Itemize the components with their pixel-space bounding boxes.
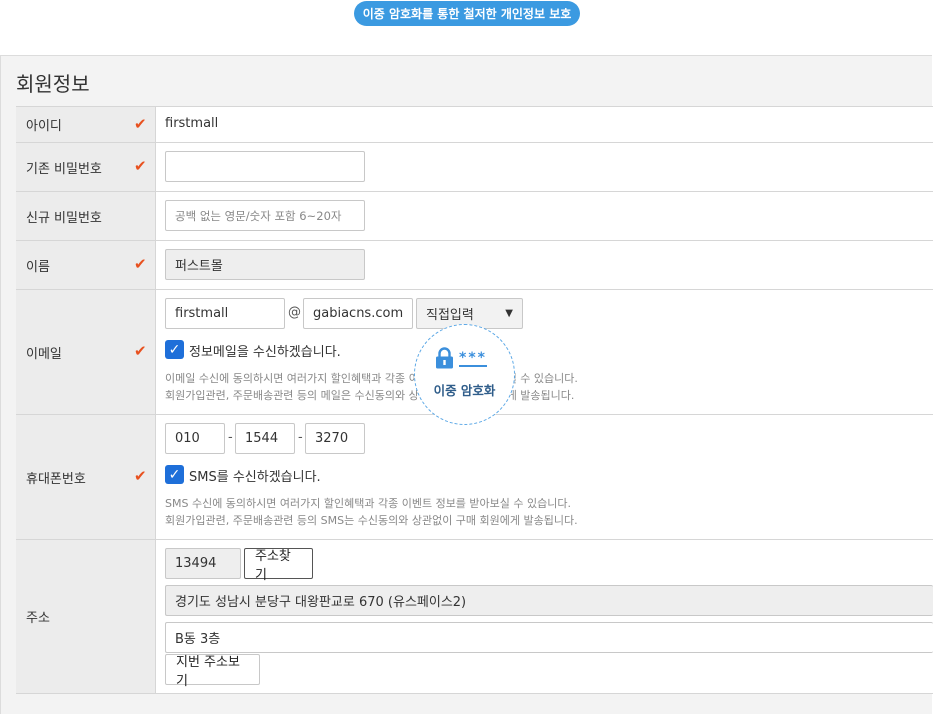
label-phone: 휴대폰번호 ✔ xyxy=(16,415,156,539)
email-at-sign: @ xyxy=(288,305,301,320)
lock-icon xyxy=(436,347,453,369)
new-password-input[interactable]: 공백 없는 영문/숫자 포함 6~20자 xyxy=(165,200,365,231)
jibun-address-button[interactable]: 지번 주소보기 xyxy=(165,654,260,689)
phone-dash-2: - xyxy=(298,430,303,445)
phone-dash-1: - xyxy=(228,430,233,445)
row-new-password: 신규 비밀번호 공백 없는 영문/숫자 포함 6~20자 xyxy=(16,192,933,241)
email-local-input[interactable]: firstmall xyxy=(165,298,285,329)
required-check-icon: ✔ xyxy=(134,157,147,176)
required-check-icon: ✔ xyxy=(134,467,147,486)
label-current-password: 기존 비밀번호 ✔ xyxy=(16,143,156,191)
row-id: 아이디 ✔ firstmall xyxy=(16,107,933,143)
label-address: 주소 xyxy=(16,540,156,693)
sms-consent-label: SMS를 수신하겠습니다. xyxy=(189,470,321,485)
phone-part3-input[interactable]: 3270 xyxy=(305,423,365,454)
phone-part2-input[interactable]: 1544 xyxy=(235,423,295,454)
current-password-input[interactable] xyxy=(165,151,365,182)
masked-stars: *** xyxy=(459,350,487,367)
sms-note-2: 회원가입관련, 주문배송관련 등의 SMS는 수신동의와 상관없이 구매 회원에… xyxy=(165,514,578,527)
email-consent-checkbox[interactable]: ✓ xyxy=(165,340,184,359)
chevron-down-icon: ▼ xyxy=(505,308,513,319)
name-input[interactable]: 퍼스트몰 xyxy=(165,249,365,280)
encryption-banner: 이중 암호화를 통한 철저한 개인정보 보호 xyxy=(354,1,580,26)
address1-input[interactable]: 경기도 성남시 분당구 대왕판교로 670 (유스페이스2) xyxy=(165,585,933,616)
address2-input[interactable]: B동 3층 xyxy=(165,622,933,653)
row-name: 이름 ✔ 퍼스트몰 xyxy=(16,241,933,290)
double-encryption-badge: *** 이중 암호화 xyxy=(414,324,515,425)
label-id: 아이디 ✔ xyxy=(16,107,156,142)
sms-consent-checkbox[interactable]: ✓ xyxy=(165,465,184,484)
row-address: 주소 13494 주소찾기 경기도 성남시 분당구 대왕판교로 670 (유스페… xyxy=(16,540,933,694)
email-domain-input[interactable]: gabiacns.com xyxy=(303,298,413,329)
label-email: 이메일 ✔ xyxy=(16,290,156,414)
email-note-1: 이메일 수신에 동의하시면 여러가지 할인혜택과 각종 이벤트 정보를 받아보실… xyxy=(165,372,578,385)
phone-part1-input[interactable]: 010 xyxy=(165,423,225,454)
sms-note-1: SMS 수신에 동의하시면 여러가지 할인혜택과 각종 이벤트 정보를 받아보실… xyxy=(165,497,571,510)
required-check-icon: ✔ xyxy=(134,255,147,274)
row-current-password: 기존 비밀번호 ✔ xyxy=(16,143,933,192)
row-phone: 휴대폰번호 ✔ 010 - 1544 - 3270 ✓ SMS를 수신하겠습니다… xyxy=(16,415,933,540)
label-name: 이름 ✔ xyxy=(16,241,156,289)
required-check-icon: ✔ xyxy=(134,114,147,133)
section-title: 회원정보 xyxy=(16,72,90,96)
id-value: firstmall xyxy=(165,116,219,131)
zipcode-input[interactable]: 13494 xyxy=(165,548,241,579)
badge-text: 이중 암호화 xyxy=(433,383,496,398)
label-new-password: 신규 비밀번호 xyxy=(16,192,156,240)
required-check-icon: ✔ xyxy=(134,342,147,361)
email-consent-label: 정보메일을 수신하겠습니다. xyxy=(189,345,341,360)
address-search-button[interactable]: 주소찾기 xyxy=(244,548,313,583)
